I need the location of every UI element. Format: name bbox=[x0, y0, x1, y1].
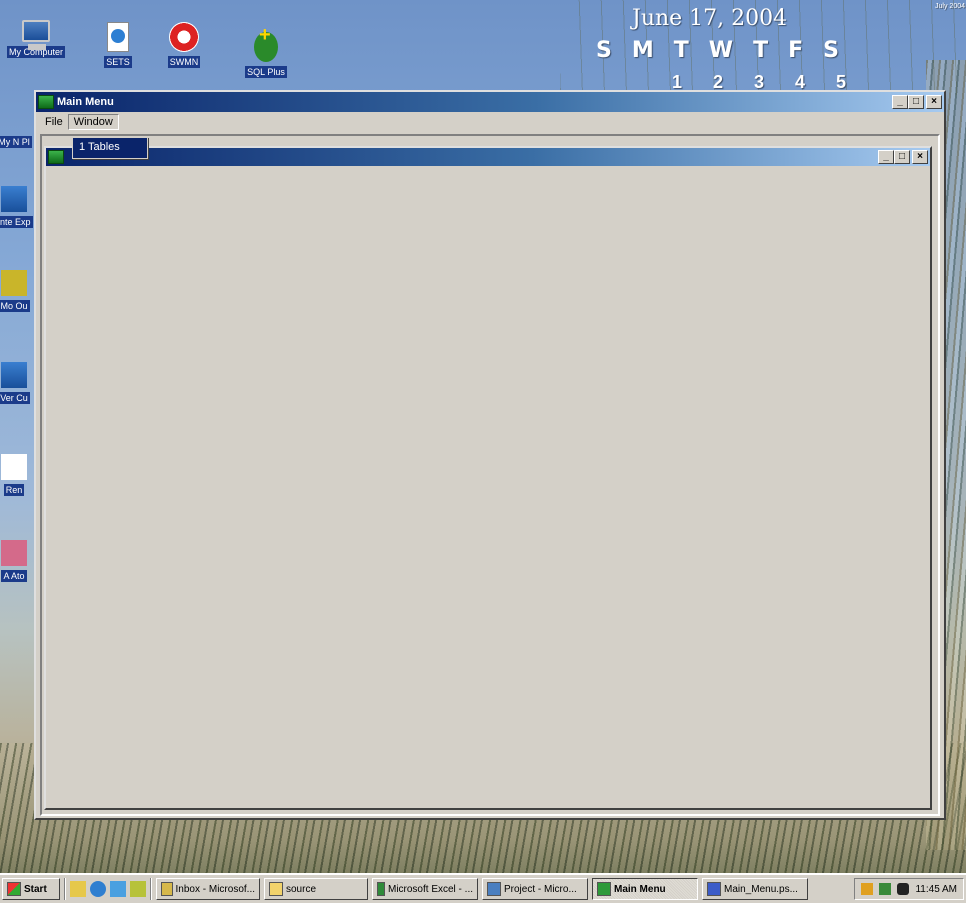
window-menu-item-tables[interactable]: 1 Tables bbox=[72, 137, 148, 159]
maximize-button[interactable]: □ bbox=[908, 95, 924, 109]
outlook-icon bbox=[1, 270, 27, 296]
application-icon bbox=[1, 362, 27, 388]
start-button[interactable]: Start bbox=[2, 878, 60, 900]
task-label: Project - Micro... bbox=[504, 883, 577, 895]
project-icon bbox=[487, 882, 501, 896]
internet-explorer-icon bbox=[1, 186, 27, 212]
windows-logo-icon bbox=[7, 882, 21, 896]
taskbar-separator bbox=[64, 878, 66, 900]
window-controls: _ □ × bbox=[892, 95, 942, 109]
document-icon bbox=[1, 454, 27, 480]
taskbar-button-project[interactable]: Project - Micro... bbox=[482, 878, 588, 900]
minimize-button[interactable]: _ bbox=[878, 150, 894, 164]
app-icon bbox=[38, 95, 54, 109]
folder-icon bbox=[269, 882, 283, 896]
calendar-day: S bbox=[596, 38, 632, 63]
task-label: Microsoft Excel - ... bbox=[387, 883, 473, 895]
close-button[interactable]: × bbox=[926, 95, 942, 109]
application-icon bbox=[1, 540, 27, 566]
menu-item-label: 1 Tables bbox=[79, 141, 120, 153]
taskbar-button-main-menu[interactable]: Main Menu bbox=[592, 878, 698, 900]
calendar-day: T bbox=[673, 38, 709, 63]
desktop-icon-sql-plus[interactable]: SQL Plus bbox=[234, 24, 298, 78]
desktop-icon-sets[interactable]: SETS bbox=[86, 22, 150, 68]
menu-file[interactable]: File bbox=[40, 115, 68, 129]
minimize-button[interactable]: _ bbox=[892, 95, 908, 109]
close-button[interactable]: × bbox=[912, 150, 928, 164]
mini-calendar-title: July 2004 bbox=[935, 3, 965, 10]
taskbar-separator bbox=[150, 878, 152, 900]
app-icon bbox=[597, 882, 611, 896]
calendar-weekdays: SMTWTFS bbox=[596, 38, 859, 63]
show-desktop-icon[interactable] bbox=[70, 881, 86, 897]
sql-plus-icon bbox=[254, 24, 278, 62]
calendar-day: T bbox=[753, 38, 789, 63]
my-computer-icon bbox=[22, 20, 50, 50]
task-label: Main_Menu.ps... bbox=[724, 883, 798, 895]
desktop-icon-label: SWMN bbox=[167, 56, 201, 68]
calendar-day: S bbox=[823, 38, 859, 63]
calendar-day: M bbox=[631, 38, 674, 63]
desktop-icon-label: SQL Plus bbox=[245, 66, 287, 78]
desktop-icon-label: Ver Cu bbox=[0, 392, 30, 404]
calendar-title: June 17, 2004 bbox=[632, 6, 788, 31]
internet-explorer-icon[interactable] bbox=[90, 881, 106, 897]
maximize-button[interactable]: □ bbox=[894, 150, 910, 164]
mini-calendar: July 2004 bbox=[865, 2, 965, 11]
excel-icon bbox=[377, 882, 385, 896]
menu-window[interactable]: Window bbox=[67, 113, 119, 130]
calendar-day: W bbox=[708, 38, 754, 63]
desktop-icon-my-computer[interactable]: My Computer bbox=[4, 20, 68, 58]
task-label: source bbox=[286, 883, 317, 895]
outlook-icon[interactable] bbox=[110, 881, 126, 897]
desktop-icon-label: Inte Exp bbox=[0, 216, 33, 228]
main-window-title: Main Menu bbox=[57, 96, 114, 108]
start-label: Start bbox=[24, 883, 47, 895]
volume-icon[interactable] bbox=[879, 883, 892, 895]
child-window: _ □ × bbox=[44, 146, 932, 810]
network-icon[interactable] bbox=[861, 883, 874, 895]
window-controls: _ □ × bbox=[878, 150, 928, 164]
main-window-titlebar[interactable]: Main Menu _ □ × bbox=[36, 92, 944, 112]
calendar-day: F bbox=[788, 38, 824, 63]
outlook-icon bbox=[161, 882, 173, 896]
stop-sign-icon bbox=[169, 22, 199, 52]
menu-bar: File Window bbox=[36, 112, 944, 131]
child-window-titlebar[interactable]: _ □ × bbox=[46, 148, 930, 166]
desktop-icon-label: Mo Ou bbox=[0, 300, 30, 312]
desktop-icon-label: SETS bbox=[104, 56, 132, 68]
taskbar: Start Inbox - Microsof... source Microso… bbox=[0, 873, 966, 903]
security-icon[interactable] bbox=[897, 883, 910, 895]
desktop-icon-label: Ren bbox=[3, 484, 25, 496]
desktop-icon-swmn[interactable]: SWMN bbox=[152, 22, 216, 68]
quick-launch-icon[interactable] bbox=[130, 881, 146, 897]
taskbar-button-excel[interactable]: Microsoft Excel - ... bbox=[372, 878, 478, 900]
mdi-client-area: _ □ × bbox=[40, 134, 940, 816]
clock[interactable]: 11:45 AM bbox=[915, 884, 957, 895]
paint-icon bbox=[707, 882, 721, 896]
system-tray: 11:45 AM bbox=[854, 878, 964, 900]
desktop-icon-label: A Ato bbox=[1, 570, 27, 582]
task-label: Inbox - Microsof... bbox=[175, 883, 255, 895]
taskbar-button-source[interactable]: source bbox=[264, 878, 368, 900]
main-menu-window: Main Menu _ □ × File Window _ □ × bbox=[34, 90, 946, 820]
task-label: Main Menu bbox=[614, 883, 666, 895]
desktop-icon-label: My N Pl bbox=[0, 136, 32, 148]
taskbar-button-paint[interactable]: Main_Menu.ps... bbox=[702, 878, 808, 900]
document-icon bbox=[107, 22, 129, 52]
taskbar-button-inbox[interactable]: Inbox - Microsof... bbox=[156, 878, 260, 900]
